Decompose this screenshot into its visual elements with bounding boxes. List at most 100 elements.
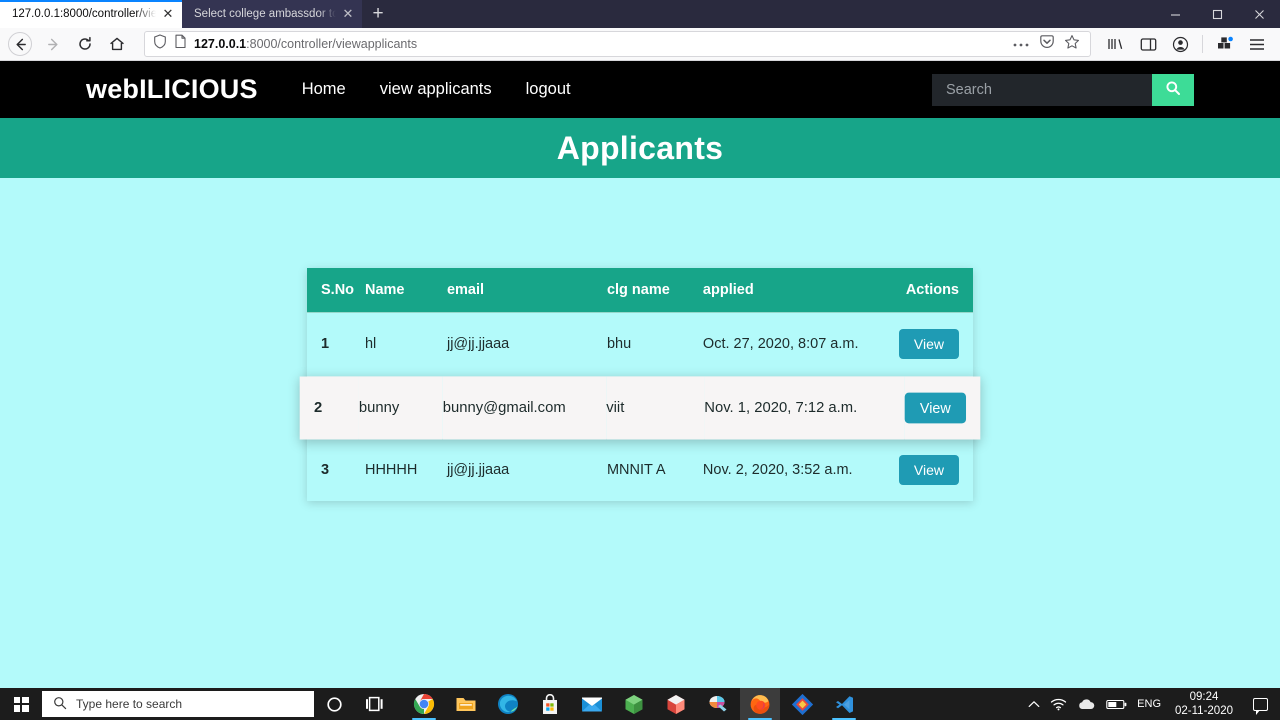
view-button[interactable]: View [904,391,967,423]
cell-actions: View [898,312,973,376]
firefox-icon[interactable] [740,688,780,720]
bookmark-star-icon[interactable] [1064,34,1080,55]
forward-icon [38,30,68,58]
nav-link-view-applicants[interactable]: view applicants [380,80,492,99]
chrome-icon[interactable] [404,688,444,720]
cloud-icon[interactable] [1077,698,1096,710]
cell-email: bunny@gmail.com [442,398,566,416]
table-row[interactable]: 1 hl jj@jj.jjaaa bhu Oct. 27, 2020, 8:07… [307,312,973,376]
language-indicator[interactable]: ENG [1137,698,1161,710]
url-text: 127.0.0.1:8000/controller/viewapplicants [194,37,1005,51]
page-banner: Applicants [0,118,1280,178]
vscode-icon[interactable] [824,688,864,720]
page-content: webILICIOUS Home view applicants logout … [0,61,1280,688]
home-icon[interactable] [102,30,132,58]
search-icon [53,696,67,713]
tab-title: Select college ambassdor to chang [194,8,336,20]
table-body: 1 hl jj@jj.jjaaa bhu Oct. 27, 2020, 8:07… [299,312,981,501]
red-cube-icon[interactable] [656,688,696,720]
window-controls [1154,0,1280,28]
system-tray: ENG 09:24 02-11-2020 [1028,690,1280,719]
back-icon[interactable] [8,32,32,56]
cell-applied: Oct. 27, 2020, 8:07 a.m. [702,312,899,376]
nav-link-home[interactable]: Home [302,80,346,99]
start-button[interactable] [0,688,42,720]
menu-icon[interactable] [1242,30,1272,58]
diamond-app-icon[interactable] [782,688,822,720]
cell-name: bunny [358,398,400,416]
ellipsis-icon[interactable] [1012,35,1030,53]
close-icon[interactable]: ✕ [340,6,356,22]
cell-clg: viit [606,398,625,416]
table-header-row: S.No Name email clg name applied Actions [307,268,973,313]
column-header-actions: Actions [905,282,959,298]
view-button[interactable]: View [898,329,959,359]
site-search [932,73,1194,106]
tab-strip: 127.0.0.1:8000/controller/viewappli ✕ Se… [0,0,1280,28]
cell-clg: MNNIT A [606,438,703,501]
account-icon[interactable] [1165,30,1195,58]
battery-icon[interactable] [1106,699,1127,710]
cell-sno: 1 [307,312,365,376]
cell-applied: Nov. 2, 2020, 3:52 a.m. [702,438,899,501]
sidebar-icon[interactable] [1133,30,1163,58]
library-icon[interactable] [1101,30,1131,58]
pocket-icon[interactable] [1039,34,1055,55]
browser-toolbar: 127.0.0.1:8000/controller/viewapplicants [0,28,1280,61]
url-path: :8000/controller/viewapplicants [246,37,418,51]
new-tab-button[interactable]: + [362,0,394,28]
cell-sno: 2 [313,398,323,416]
table-row[interactable]: 3 HHHHH jj@jj.jjaaa MNNIT A Nov. 2, 2020… [307,438,973,501]
toolbar-divider [1202,35,1203,53]
site-navbar: webILICIOUS Home view applicants logout [0,61,1280,118]
clock-time: 09:24 [1189,690,1219,703]
applicants-table: S.No Name email clg name applied Actions… [299,268,981,501]
main-content: S.No Name email clg name applied Actions… [0,178,1280,501]
cell-email: jj@jj.jjaaa [446,312,607,376]
table-row[interactable]: 2 bunny bunny@gmail.com viit Nov. 1, 202… [299,374,981,440]
extensions-icon[interactable] [1210,30,1240,58]
cell-actions: View [904,375,981,439]
applicants-table-container: S.No Name email clg name applied Actions… [299,268,981,501]
search-icon [1165,80,1181,99]
cortana-circle-icon[interactable] [314,688,354,720]
maximize-icon[interactable] [1196,0,1238,28]
microsoft-store-icon[interactable] [530,688,570,720]
nav-link-logout[interactable]: logout [526,80,571,99]
file-explorer-icon[interactable] [446,688,486,720]
edge-icon[interactable] [488,688,528,720]
notification-icon[interactable] [1253,697,1268,715]
green-cube-icon[interactable] [614,688,654,720]
taskbar-search-placeholder: Type here to search [76,697,183,711]
wifi-icon[interactable] [1050,698,1067,711]
shield-icon[interactable] [153,34,167,54]
close-window-icon[interactable] [1238,0,1280,28]
page-title: Applicants [556,129,724,166]
page-info-icon[interactable] [174,34,187,54]
cell-name: hl [364,312,447,376]
browser-tab-2[interactable]: Select college ambassdor to chang ✕ [182,0,362,28]
taskbar-search[interactable]: Type here to search [42,691,314,717]
windows-logo-icon [13,696,29,712]
browser-tab-1[interactable]: 127.0.0.1:8000/controller/viewappli ✕ [0,0,182,28]
address-bar[interactable]: 127.0.0.1:8000/controller/viewapplicants [144,31,1091,57]
url-host: 127.0.0.1 [194,37,247,51]
cell-sno: 3 [307,438,365,501]
browser-window: 127.0.0.1:8000/controller/viewappli ✕ Se… [0,0,1280,688]
mail-icon[interactable] [572,688,612,720]
column-header-sno: S.No [321,282,355,298]
view-button[interactable]: View [898,455,959,485]
tab-title: 127.0.0.1:8000/controller/viewappli [12,8,156,20]
chevron-up-icon[interactable] [1028,700,1040,709]
task-view-icon[interactable] [354,688,394,720]
reload-icon[interactable] [70,30,100,58]
site-logo[interactable]: webILICIOUS [86,74,258,105]
close-icon[interactable]: ✕ [160,6,176,22]
taskbar-clock[interactable]: 09:24 02-11-2020 [1171,690,1237,719]
clock-date: 02-11-2020 [1175,705,1233,717]
search-button[interactable] [1152,73,1194,106]
minimize-icon[interactable] [1154,0,1196,28]
taskbar-app-icons [404,688,864,720]
search-input[interactable] [932,73,1152,106]
paint-3d-icon[interactable] [698,688,738,720]
